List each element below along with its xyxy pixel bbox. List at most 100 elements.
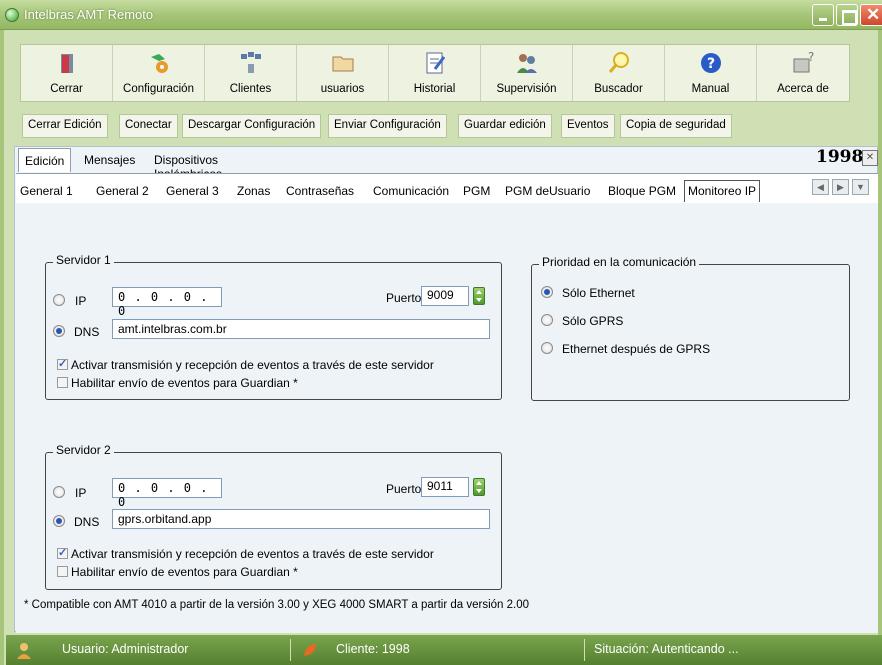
descargar-configuracion-button[interactable]: Descargar Configuración — [182, 114, 322, 138]
status-separator — [290, 639, 291, 661]
subtab-monitoreo-ip[interactable]: Monitoreo IP — [684, 180, 761, 202]
servidor1-activar-checkbox[interactable] — [57, 357, 68, 370]
svg-text:?: ? — [707, 56, 715, 72]
servidor1-puerto-label: Puerto — [386, 291, 422, 305]
account-number: 1998 — [816, 147, 864, 167]
servidor2-ip-field[interactable]: 0 . 0 . 0 . 0 — [112, 478, 222, 509]
servidor2-puerto-spinner[interactable] — [473, 478, 485, 496]
status-bar: Usuario: Administrador Cliente: 1998 Sit… — [6, 635, 882, 665]
tab-scroll-right-button[interactable]: ▶ — [832, 179, 849, 195]
tab-scroll-left-button[interactable]: ◀ — [812, 179, 829, 195]
status-separator — [584, 639, 585, 661]
servidor2-puerto-label: Puerto — [386, 482, 422, 496]
clients-icon — [241, 52, 261, 73]
toolbar-configuracion-button[interactable]: Configuración — [113, 45, 205, 101]
subtab-comunicacion[interactable]: Comunicación — [373, 184, 449, 198]
prioridad-gprs-radio[interactable] — [541, 314, 553, 326]
eventos-button[interactable]: Eventos — [561, 114, 615, 138]
subtab-pgm-usuario[interactable]: PGM deUsuario — [505, 184, 590, 198]
servidor1-puerto-spinner[interactable] — [473, 287, 485, 305]
prioridad-group — [531, 264, 850, 401]
about-icon: ? — [793, 51, 814, 73]
folder-icon — [332, 56, 354, 72]
toolbar-usuarios-button[interactable]: usuarios — [297, 45, 389, 101]
servidor2-puerto-field[interactable]: 9011 — [421, 477, 469, 497]
subtab-bloque-pgm[interactable]: Bloque PGM — [608, 184, 676, 198]
servidor2-dns-radio[interactable] — [53, 515, 65, 527]
toolbar-buscador-button[interactable]: Buscador — [573, 45, 665, 101]
toolbar-label: Configuración — [123, 83, 194, 95]
prioridad-title: Prioridad en la comunicación — [539, 255, 700, 269]
servidor2-title: Servidor 2 — [53, 443, 114, 457]
toolbar-supervision-button[interactable]: Supervisión — [481, 45, 573, 101]
copia-seguridad-button[interactable]: Copia de seguridad — [620, 114, 732, 138]
help-icon: ? — [701, 53, 721, 73]
servidor2-ip-label: IP — [75, 486, 87, 500]
app-icon — [5, 8, 19, 22]
servidor1-puerto-field[interactable]: 9009 — [421, 286, 469, 306]
toolbar-label: Supervisión — [496, 83, 557, 95]
toolbar-manual-button[interactable]: ? Manual — [665, 45, 757, 101]
prioridad-ethernet-radio[interactable] — [541, 286, 553, 298]
compatibility-footnote: * Compatible con AMT 4010 a partir de la… — [24, 599, 529, 611]
main-toolbar: Cerrar Configuración Clientes usuarios H… — [20, 44, 850, 102]
servidor1-guardian-checkbox[interactable] — [57, 377, 68, 388]
prioridad-ethernet-gprs-label: Ethernet después de GPRS — [562, 342, 711, 356]
toolbar-label: Historial — [413, 83, 456, 95]
conectar-button[interactable]: Conectar — [119, 114, 178, 138]
toolbar-acerca-button[interactable]: ? Acerca de — [757, 45, 849, 101]
user-icon — [17, 643, 31, 659]
servidor2-dns-label: DNS — [74, 515, 100, 529]
guardar-edicion-button[interactable]: Guardar edición — [458, 114, 552, 138]
servidor1-title: Servidor 1 — [53, 253, 114, 267]
supervision-icon — [517, 54, 537, 73]
tab-list-button[interactable]: ▼ — [852, 179, 869, 195]
close-icon: ✕ — [866, 5, 881, 24]
cerrar-edicion-button[interactable]: Cerrar Edición — [22, 114, 108, 138]
status-usuario: Usuario: Administrador — [62, 642, 189, 656]
toolbar-label: Manual — [691, 83, 730, 95]
toolbar-clientes-button[interactable]: Clientes — [205, 45, 297, 101]
subtab-contrasenas[interactable]: Contraseñas — [286, 184, 354, 198]
svg-text:?: ? — [808, 51, 814, 64]
client-icon — [304, 644, 316, 656]
maximize-button[interactable] — [836, 4, 858, 26]
status-cliente: Cliente: 1998 — [336, 642, 410, 656]
tab-edicion[interactable]: Edición — [18, 148, 72, 172]
subtab-general1[interactable]: General 1 — [20, 184, 73, 198]
tab-dispositivos[interactable]: Dispositivos Inalámbricos — [148, 148, 228, 181]
servidor1-guardian-label: Habilitar envío de eventos para Guardian… — [71, 376, 298, 390]
close-window-button[interactable]: ✕ — [860, 4, 882, 26]
servidor2-guardian-label: Habilitar envío de eventos para Guardian… — [71, 565, 298, 579]
subtab-general2[interactable]: General 2 — [96, 184, 149, 198]
door-icon — [61, 54, 73, 73]
title-bar: Intelbras AMT Remoto ✕ — [0, 0, 882, 30]
subtab-general3[interactable]: General 3 — [166, 184, 219, 198]
minimize-button[interactable] — [812, 4, 834, 26]
toolbar-label: Buscador — [594, 83, 643, 95]
servidor1-activar-label: Activar transmisión y recepción de event… — [71, 358, 434, 372]
servidor2-activar-label: Activar transmisión y recepción de event… — [71, 547, 434, 561]
subtab-zonas[interactable]: Zonas — [237, 184, 270, 198]
toolbar-cerrar-button[interactable]: Cerrar — [21, 45, 113, 101]
tab-mensajes[interactable]: Mensajes — [78, 148, 141, 172]
servidor2-dns-field[interactable]: gprs.orbitand.app — [112, 509, 490, 529]
status-situacion: Situación: Autenticando ... — [594, 642, 739, 656]
subtab-pgm[interactable]: PGM — [463, 184, 490, 198]
history-icon — [426, 52, 446, 74]
toolbar-historial-button[interactable]: Historial — [389, 45, 481, 101]
servidor2-ip-radio[interactable] — [53, 486, 65, 498]
servidor1-ip-field[interactable]: 0 . 0 . 0 . 0 — [112, 287, 222, 318]
toolbar-label: Acerca de — [777, 83, 829, 95]
enviar-configuracion-button[interactable]: Enviar Configuración — [328, 114, 447, 138]
servidor1-ip-radio[interactable] — [53, 294, 65, 306]
servidor2-guardian-checkbox[interactable] — [57, 566, 68, 577]
servidor1-dns-radio[interactable] — [53, 325, 65, 337]
servidor2-activar-checkbox[interactable] — [57, 546, 68, 559]
servidor1-dns-field[interactable]: amt.intelbras.com.br — [112, 319, 490, 339]
window-title: Intelbras AMT Remoto — [24, 7, 154, 22]
close-panel-button[interactable]: ✕ — [862, 150, 878, 166]
search-icon — [608, 52, 629, 73]
prioridad-ethernet-gprs-radio[interactable] — [541, 342, 553, 354]
config-icon — [151, 54, 168, 73]
